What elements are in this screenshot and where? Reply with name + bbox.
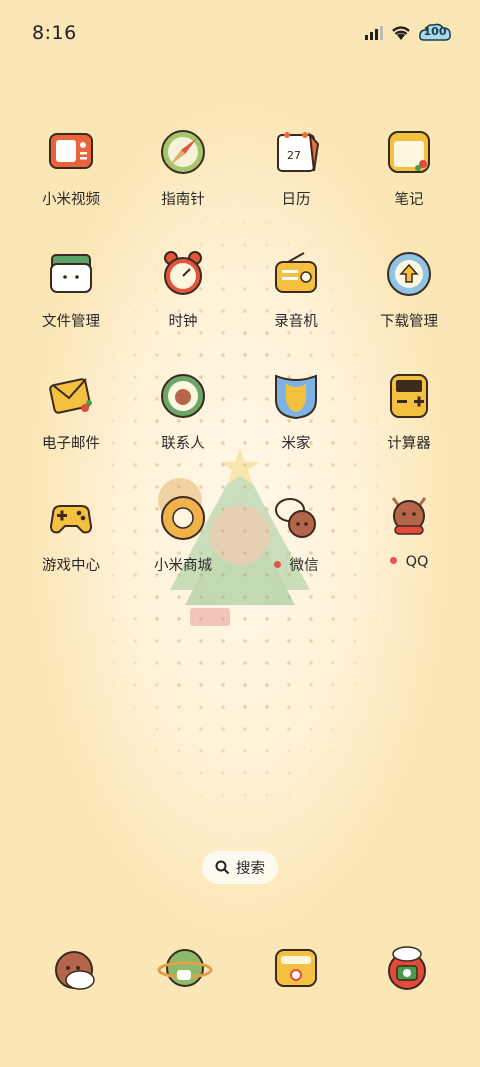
mall-icon [161, 496, 205, 540]
app-download-manager[interactable]: 下载管理 [353, 248, 465, 331]
app-calculator[interactable]: 计算器 [353, 370, 465, 453]
notification-dot [389, 556, 397, 564]
app-wechat[interactable]: 微信 [240, 492, 352, 575]
contacts-icon [161, 374, 205, 418]
app-xiaomi-mall[interactable]: 小米商城 [127, 492, 239, 575]
battery-level: 100 [423, 25, 447, 38]
app-label: 指南针 [161, 192, 205, 208]
wifi-icon [392, 26, 410, 40]
compass-icon [161, 130, 205, 174]
app-label-text: QQ [405, 554, 429, 570]
app-xiaomi-video[interactable]: 小米视频 [15, 126, 127, 209]
video-icon [49, 133, 93, 169]
notification-dot [273, 560, 281, 568]
search-label: 搜索 [236, 861, 265, 877]
gamepad-icon [49, 505, 93, 534]
app-label: 小米商城 [154, 558, 212, 574]
app-label: 米家 [281, 436, 311, 452]
qq-icon [391, 497, 427, 535]
app-qq[interactable]: QQ [353, 492, 465, 570]
app-label: 电子邮件 [42, 436, 100, 452]
battery-indicator: 100 [418, 22, 452, 44]
app-label: 小米视频 [42, 192, 100, 208]
app-email[interactable]: 电子邮件 [15, 370, 127, 453]
status-bar: 8:16 100 [0, 0, 480, 68]
app-clock[interactable]: 时钟 [127, 248, 239, 331]
app-calendar[interactable]: 27 日历 [240, 126, 352, 209]
email-icon [49, 378, 92, 414]
app-label: 笔记 [394, 192, 424, 208]
app-label: 微信 [240, 554, 352, 575]
calculator-icon [390, 374, 428, 418]
folder-icon [50, 254, 92, 293]
app-contacts[interactable]: 联系人 [127, 370, 239, 453]
app-label-text: 微信 [289, 558, 319, 574]
status-time: 8:16 [32, 22, 77, 44]
app-file-manager[interactable]: 文件管理 [15, 248, 127, 331]
app-label: 文件管理 [42, 314, 100, 330]
app-label: 时钟 [168, 314, 198, 330]
search-button[interactable]: 搜索 [202, 851, 278, 884]
calendar-date: 27 [287, 149, 301, 162]
notes-icon [388, 131, 430, 173]
camera-icon[interactable] [379, 940, 435, 996]
cellular-signal-icon [365, 26, 383, 40]
app-game-center[interactable]: 游戏中心 [15, 492, 127, 575]
app-label: 下载管理 [380, 314, 438, 330]
app-label: 计算器 [387, 436, 431, 452]
app-notes[interactable]: 笔记 [353, 126, 465, 209]
app-label: 联系人 [161, 436, 205, 452]
clock-icon [164, 251, 202, 295]
wechat-icon [275, 498, 316, 538]
mijia-icon [275, 374, 317, 420]
download-icon [387, 252, 431, 296]
app-compass[interactable]: 指南针 [127, 126, 239, 209]
app-label: 游戏中心 [42, 558, 100, 574]
app-label: 日历 [281, 192, 311, 208]
app-label: 录音机 [274, 314, 318, 330]
browser-icon[interactable] [157, 940, 213, 996]
recorder-icon [275, 252, 317, 293]
search-icon [215, 860, 230, 875]
phone-icon[interactable] [46, 940, 102, 996]
messages-icon[interactable] [268, 940, 324, 996]
app-label: QQ [353, 554, 465, 570]
calendar-icon: 27 [277, 131, 320, 172]
app-mijia[interactable]: 米家 [240, 370, 352, 453]
app-recorder[interactable]: 录音机 [240, 248, 352, 331]
